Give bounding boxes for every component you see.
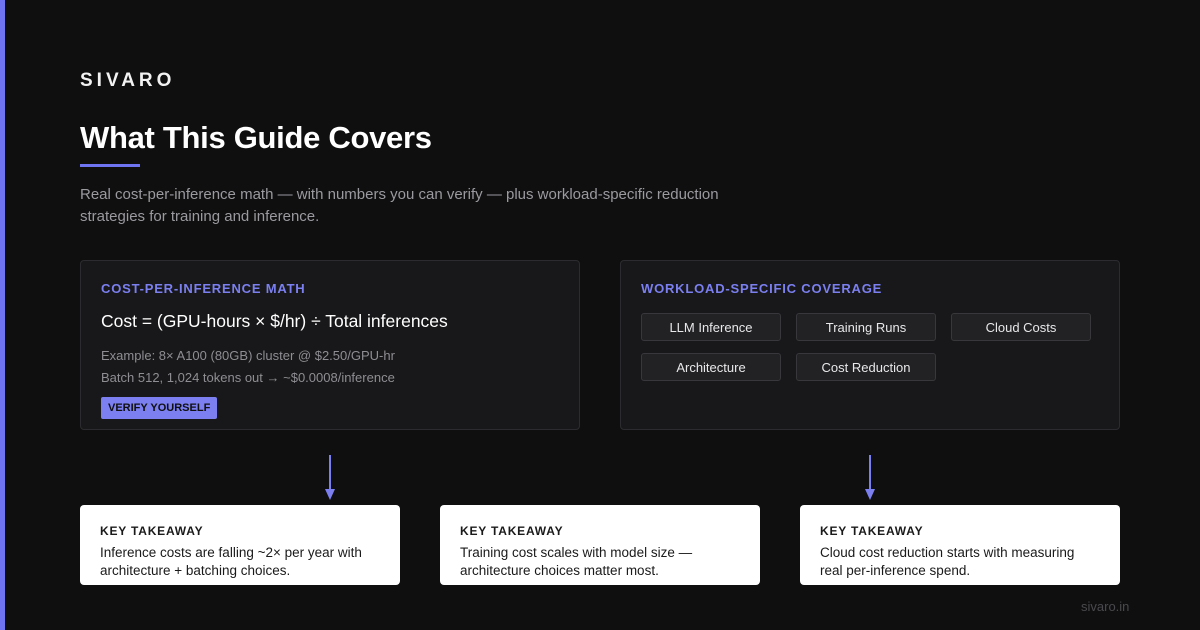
- footer-domain-link[interactable]: sivaro.in: [1081, 599, 1129, 614]
- chip-cost-reduction[interactable]: Cost Reduction: [796, 353, 936, 381]
- verify-yourself-badge: VERIFY YOURSELF: [101, 397, 218, 419]
- takeaway-card-2: KEY TAKEAWAY Training cost scales with m…: [440, 505, 760, 585]
- accent-bar: [0, 0, 5, 630]
- takeaway-label: KEY TAKEAWAY: [460, 524, 564, 538]
- takeaway-card-3: KEY TAKEAWAY Cloud cost reduction starts…: [800, 505, 1120, 585]
- page-title: What This Guide Covers: [80, 120, 432, 155]
- title-underline: [80, 164, 140, 167]
- takeaway-label: KEY TAKEAWAY: [820, 524, 924, 538]
- arrow-down-icon: [325, 455, 335, 500]
- coverage-card: WORKLOAD-SPECIFIC COVERAGE LLM Inference…: [620, 260, 1120, 430]
- page-subtitle: Real cost-per-inference math — with numb…: [80, 186, 719, 225]
- chip-cloud-costs[interactable]: Cloud Costs: [951, 313, 1091, 341]
- chip-llm-inference[interactable]: LLM Inference: [641, 313, 781, 341]
- takeaway-text: Training cost scales with model size — a…: [460, 545, 693, 578]
- chip-architecture[interactable]: Architecture: [641, 353, 781, 381]
- takeaway-card-1: KEY TAKEAWAY Inference costs are falling…: [80, 505, 400, 585]
- takeaway-text: Inference costs are falling ~2× per year…: [100, 545, 362, 578]
- cost-formula: Cost = (GPU-hours × $/hr) ÷ Total infere…: [101, 311, 448, 331]
- cost-math-card: COST-PER-INFERENCE MATH Cost = (GPU-hour…: [80, 260, 580, 430]
- takeaway-text: Cloud cost reduction starts with measuri…: [820, 545, 1075, 578]
- example-line-2: Batch 512, 1,024 tokens out → ~$0.0008/i…: [101, 370, 395, 385]
- example-line-1: Example: 8× A100 (80GB) cluster @ $2.50/…: [101, 348, 395, 363]
- chip-training-runs[interactable]: Training Runs: [796, 313, 936, 341]
- cost-math-heading: COST-PER-INFERENCE MATH: [101, 281, 306, 296]
- coverage-heading: WORKLOAD-SPECIFIC COVERAGE: [641, 281, 883, 296]
- cost-example: Example: 8× A100 (80GB) cluster @ $2.50/…: [101, 345, 395, 389]
- takeaway-label: KEY TAKEAWAY: [100, 524, 204, 538]
- arrow-down-icon: [865, 455, 875, 500]
- brand-logo: SIVARO: [80, 70, 176, 91]
